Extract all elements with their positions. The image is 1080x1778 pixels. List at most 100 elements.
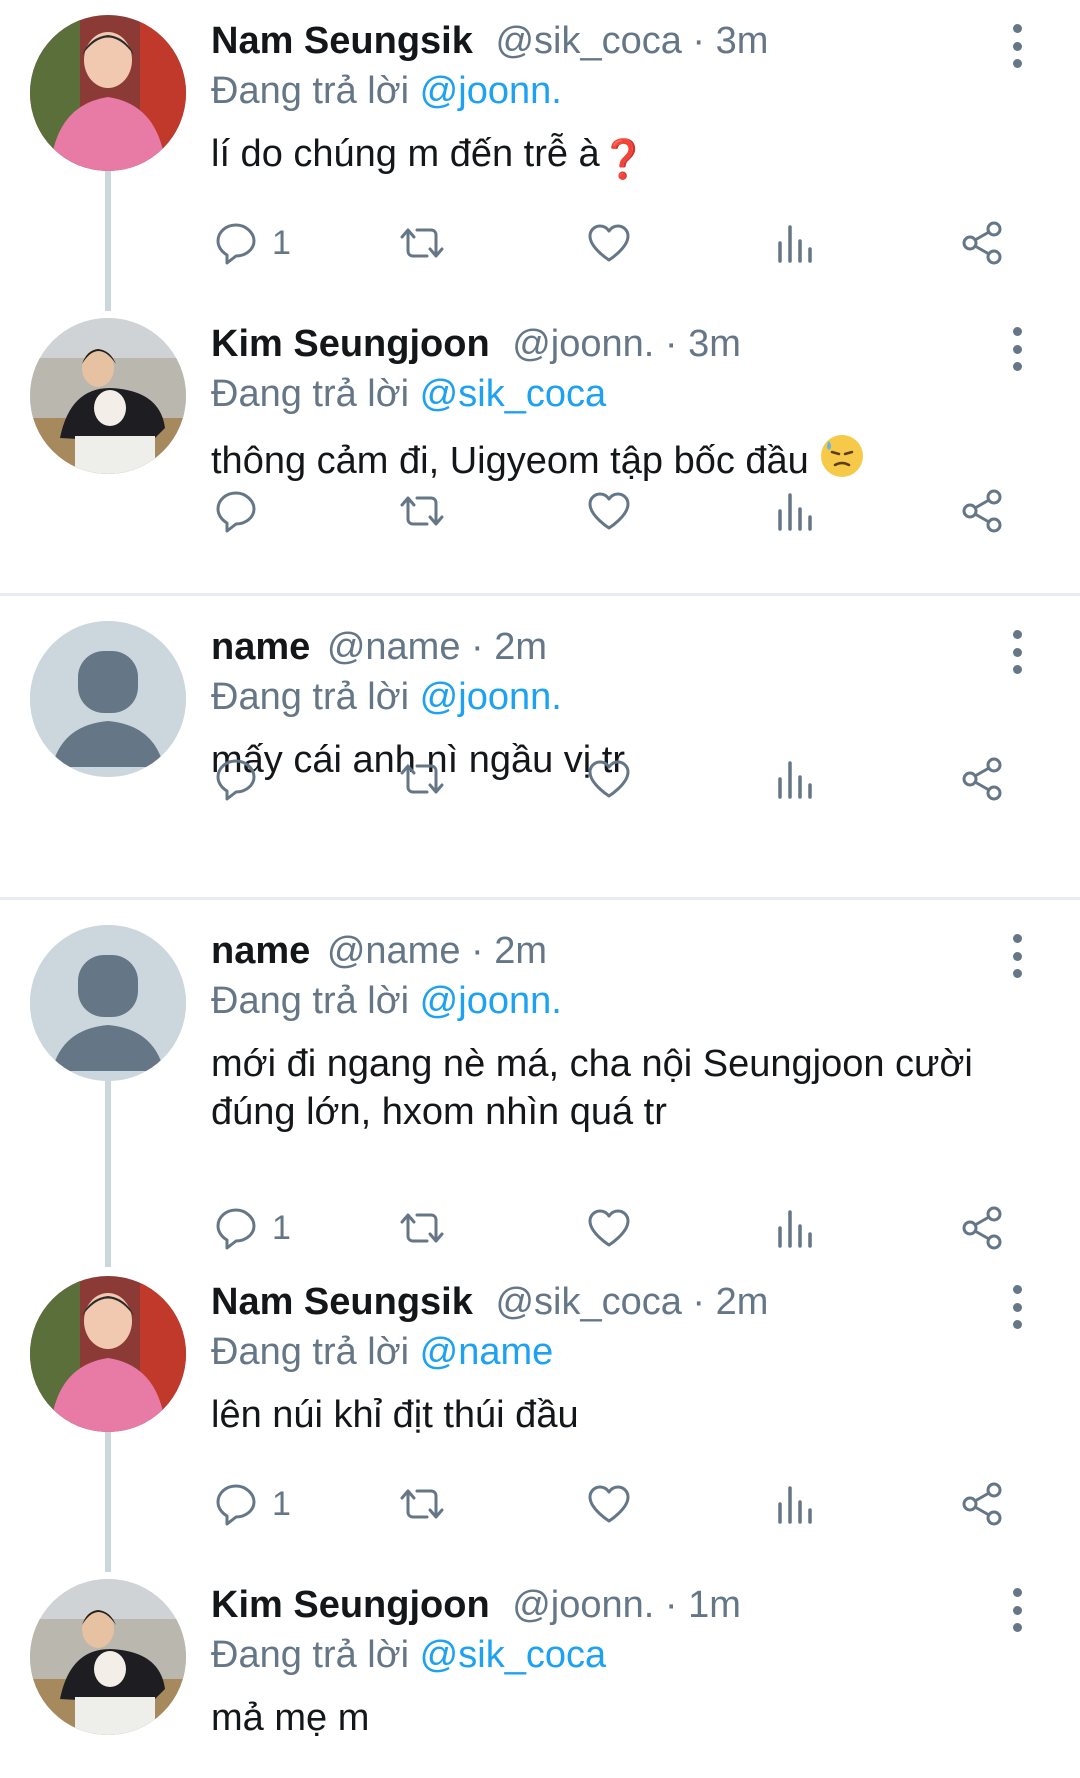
retweet-button[interactable]	[398, 1474, 446, 1534]
more-options-button[interactable]	[1000, 630, 1034, 674]
user-handle[interactable]: @name	[327, 626, 461, 668]
reply-button[interactable]: 1	[212, 1198, 291, 1258]
avatar-photo	[30, 15, 186, 171]
separator-dot: ·	[664, 1584, 678, 1626]
mention-link[interactable]: @sik_coca	[420, 373, 606, 415]
reply-button[interactable]	[212, 481, 272, 541]
mention-link[interactable]: @joonn.	[420, 676, 562, 718]
replying-to-label: Đang trả lời	[211, 1634, 410, 1676]
tweet[interactable]: Kim Seungjoon @joonn. · 3m Đang trả lời …	[0, 303, 1080, 593]
timestamp[interactable]: 2m	[494, 930, 547, 972]
retweet-icon	[400, 228, 444, 258]
like-button[interactable]	[585, 1198, 633, 1258]
user-handle[interactable]: @sik_coca	[495, 1281, 681, 1323]
tweet[interactable]: name @name · 2m Đang trả lời @joonn. mấy…	[0, 606, 1080, 896]
analytics-icon	[778, 225, 812, 263]
tweet-header: Nam Seungsik @sik_coca · 3m	[211, 18, 768, 64]
share-button[interactable]	[958, 1474, 1006, 1534]
user-handle[interactable]: @joonn.	[512, 323, 654, 365]
replying-to-label: Đang trả lời	[211, 676, 410, 718]
avatar[interactable]	[30, 925, 186, 1081]
analytics-button[interactable]	[772, 749, 820, 809]
tweet-actions: 1	[0, 1474, 1080, 1534]
reply-button[interactable]	[212, 749, 272, 809]
share-button[interactable]	[958, 1198, 1006, 1258]
avatar[interactable]	[30, 1579, 186, 1735]
mention-link[interactable]: @sik_coca	[420, 1634, 606, 1676]
timestamp[interactable]: 1m	[688, 1584, 741, 1626]
more-options-button[interactable]	[1000, 24, 1034, 68]
share-icon	[962, 221, 1002, 265]
timestamp[interactable]: 3m	[688, 323, 741, 365]
reply-button[interactable]: 1	[212, 1474, 291, 1534]
like-button[interactable]	[585, 213, 633, 273]
reply-icon	[216, 759, 256, 801]
heart-icon	[588, 224, 630, 262]
reply-icon	[216, 1484, 256, 1526]
reply-icon	[216, 1208, 256, 1250]
more-options-button[interactable]	[1000, 327, 1034, 371]
timestamp[interactable]: 2m	[494, 626, 547, 668]
analytics-icon	[778, 1486, 812, 1524]
default-avatar-icon	[30, 925, 186, 1081]
avatar[interactable]	[30, 15, 186, 171]
tweet-actions: 1	[0, 213, 1080, 273]
retweet-button[interactable]	[398, 749, 446, 809]
display-name[interactable]: Nam Seungsik	[211, 1281, 473, 1323]
timestamp[interactable]: 3m	[716, 20, 769, 62]
like-button[interactable]	[585, 1474, 633, 1534]
replying-to: Đang trả lời @joonn.	[211, 674, 562, 720]
like-button[interactable]	[585, 749, 633, 809]
retweet-button[interactable]	[398, 481, 446, 541]
timestamp[interactable]: 2m	[716, 1281, 769, 1323]
heart-icon	[588, 760, 630, 798]
display-name[interactable]: name	[211, 930, 310, 972]
mention-link[interactable]: @joonn.	[420, 980, 562, 1022]
analytics-button[interactable]	[772, 1198, 820, 1258]
retweet-button[interactable]	[398, 213, 446, 273]
share-button[interactable]	[958, 749, 1006, 809]
tweet-actions	[0, 749, 1080, 809]
analytics-button[interactable]	[772, 1474, 820, 1534]
display-name[interactable]: name	[211, 626, 310, 668]
tweet-thread-feed: Nam Seungsik @sik_coca · 3m Đang trả lời…	[0, 0, 1080, 1778]
share-button[interactable]	[958, 213, 1006, 273]
tweet-divider	[0, 897, 1080, 900]
reply-icon	[216, 223, 256, 265]
sweat-face-icon	[821, 435, 864, 477]
reply-button[interactable]: 1	[212, 213, 291, 273]
tweet[interactable]: Nam Seungsik @sik_coca · 2m Đang trả lời…	[0, 1261, 1080, 1572]
like-button[interactable]	[585, 481, 633, 541]
more-options-button[interactable]	[1000, 934, 1034, 978]
question-mark-emoji: ❓	[599, 139, 648, 181]
display-name[interactable]: Nam Seungsik	[211, 20, 473, 62]
more-options-button[interactable]	[1000, 1285, 1034, 1329]
avatar[interactable]	[30, 1276, 186, 1432]
retweet-button[interactable]	[398, 1198, 446, 1258]
more-options-button[interactable]	[1000, 1588, 1034, 1632]
avatar[interactable]	[30, 318, 186, 474]
reply-count: 1	[272, 1208, 291, 1247]
user-handle[interactable]: @sik_coca	[495, 20, 681, 62]
user-handle[interactable]: @name	[327, 930, 461, 972]
share-button[interactable]	[958, 481, 1006, 541]
analytics-button[interactable]	[772, 481, 820, 541]
tweet-text: mả mẹ m	[211, 1694, 1051, 1742]
replying-to-label: Đang trả lời	[211, 373, 410, 415]
mention-link[interactable]: @joonn.	[420, 70, 562, 112]
display-name[interactable]: Kim Seungjoon	[211, 323, 490, 365]
tweet-text: lí do chúng m đến trễ à❓	[211, 130, 1051, 184]
tweet-text-content: mả mẹ m	[211, 1697, 370, 1739]
tweet[interactable]: Kim Seungjoon @joonn. · 1m Đang trả lời …	[0, 1564, 1080, 1778]
tweet-actions: 1	[0, 1198, 1080, 1258]
display-name[interactable]: Kim Seungjoon	[211, 1584, 490, 1626]
tweet[interactable]: Nam Seungsik @sik_coca · 3m Đang trả lời…	[0, 0, 1080, 311]
replying-to-label: Đang trả lời	[211, 1331, 410, 1373]
retweet-icon	[400, 1489, 444, 1519]
tweet-actions	[0, 481, 1080, 541]
reply-icon	[216, 491, 256, 533]
user-handle[interactable]: @joonn.	[512, 1584, 654, 1626]
tweet[interactable]: name @name · 2m Đang trả lời @joonn. mới…	[0, 910, 1080, 1267]
mention-link[interactable]: @name	[420, 1331, 554, 1373]
analytics-button[interactable]	[772, 213, 820, 273]
